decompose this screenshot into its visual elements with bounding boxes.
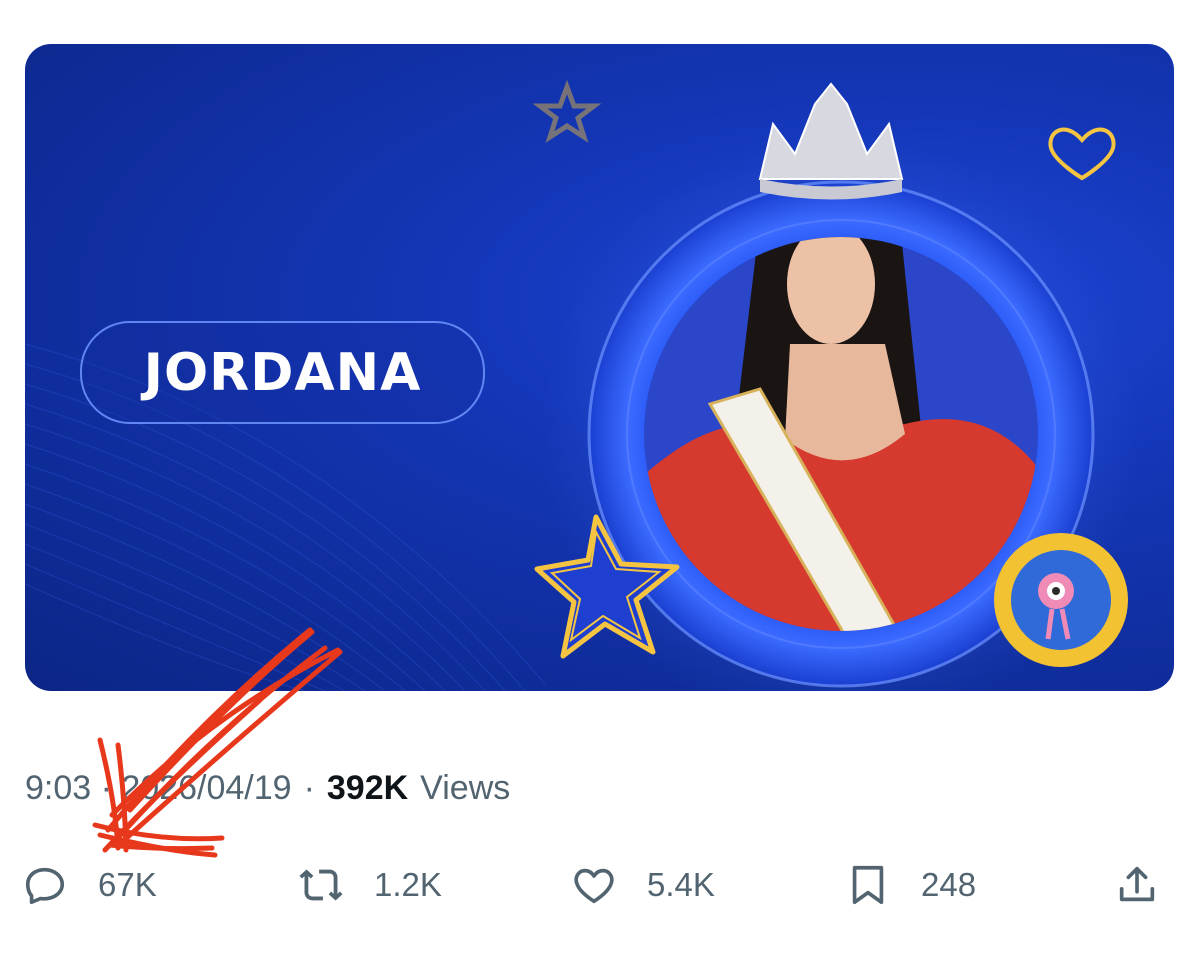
views-label: Views bbox=[420, 768, 511, 807]
meta-separator: · bbox=[303, 768, 315, 807]
share-icon bbox=[1119, 866, 1155, 902]
media-card[interactable]: JORDANA bbox=[25, 44, 1174, 691]
action-bar: 67K 1.2K 5.4K 248 bbox=[0, 855, 1200, 915]
post-datetime[interactable]: 9:03 · 2026/04/19 bbox=[25, 769, 292, 808]
repost-button[interactable]: 1.2K bbox=[298, 855, 442, 915]
like-button[interactable]: 5.4K bbox=[571, 855, 715, 915]
hashtag-badge-icon bbox=[994, 533, 1128, 667]
share-button[interactable] bbox=[1114, 855, 1160, 915]
contestant-name-pill: JORDANA bbox=[80, 321, 485, 424]
contestant-name: JORDANA bbox=[143, 342, 422, 403]
like-count: 5.4K bbox=[647, 866, 715, 903]
bookmark-icon bbox=[852, 865, 884, 905]
repost-icon bbox=[299, 869, 343, 901]
reply-count: 67K bbox=[98, 866, 157, 903]
reply-icon bbox=[25, 867, 65, 905]
bookmark-count: 248 bbox=[921, 866, 977, 903]
heart-icon bbox=[574, 868, 614, 904]
repost-count: 1.2K bbox=[374, 866, 442, 903]
post-meta: 9:03 · 2026/04/19 · 392K Views bbox=[25, 765, 510, 811]
views-count: 392K bbox=[326, 768, 409, 807]
reply-button[interactable]: 67K bbox=[22, 855, 157, 915]
bookmark-button[interactable]: 248 bbox=[845, 855, 976, 915]
